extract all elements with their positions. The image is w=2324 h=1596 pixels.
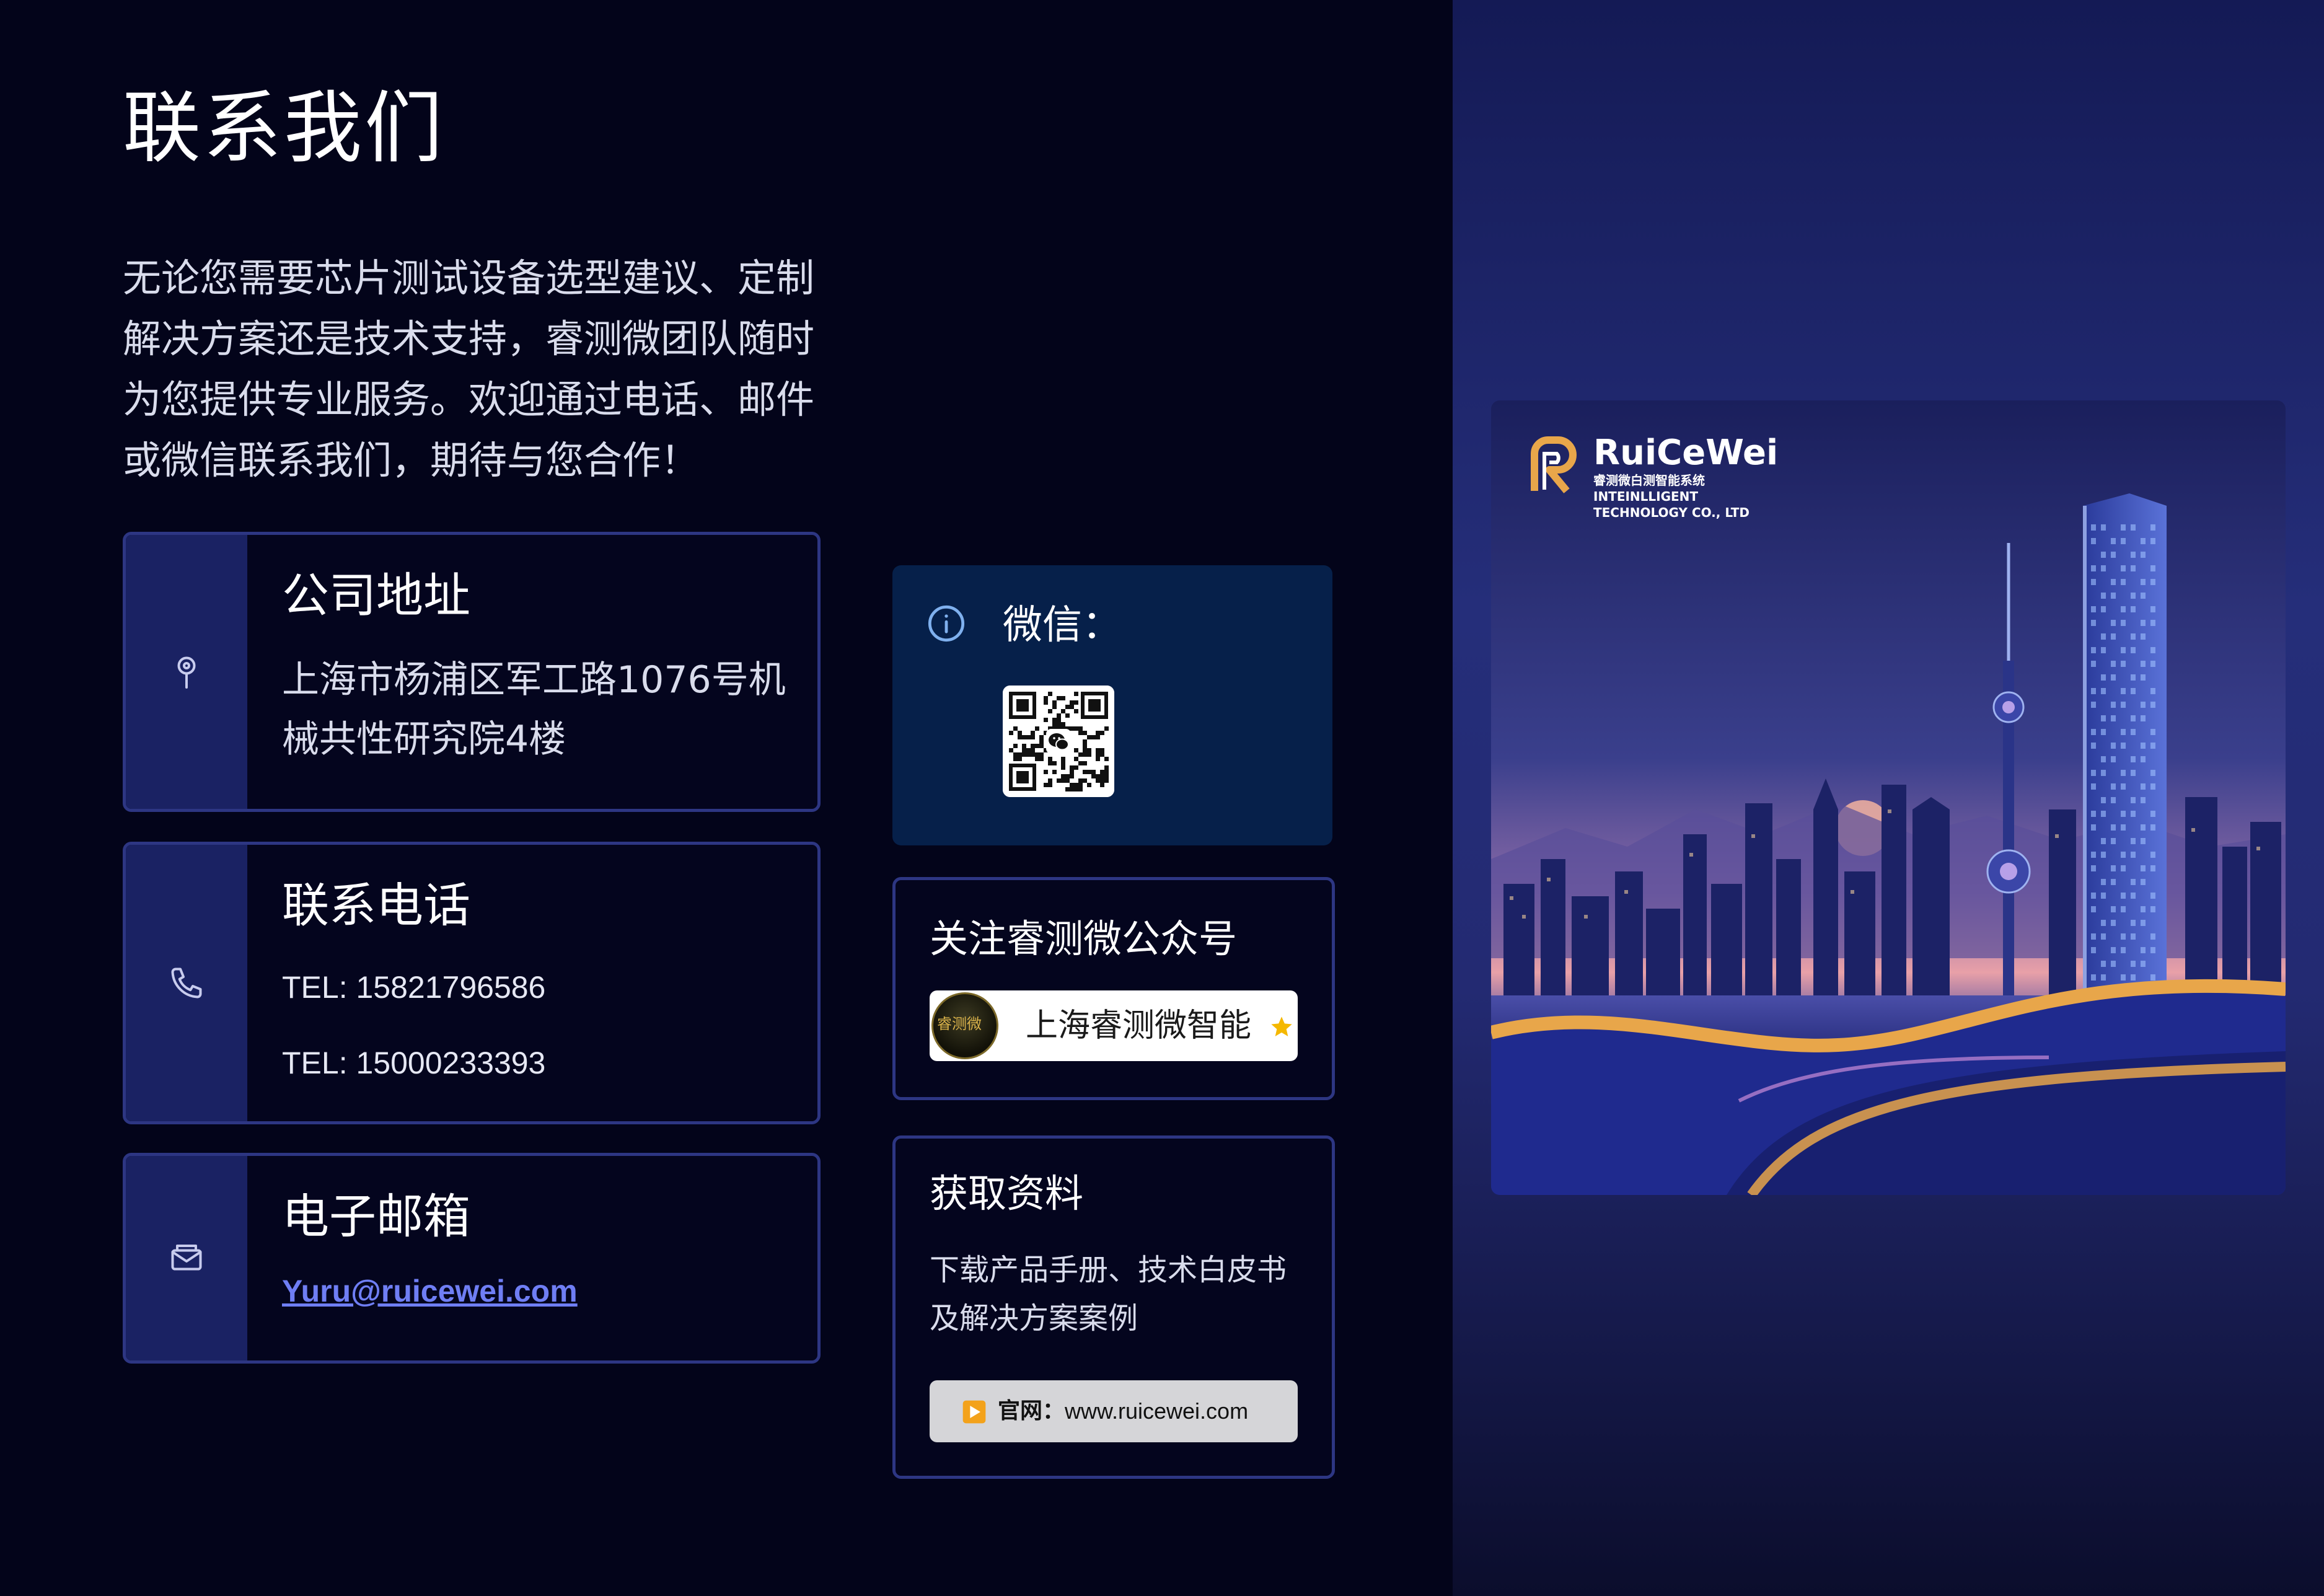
email-icon-column [126,1156,247,1360]
intro-line: 无论您需要芯片测试设备选型建议、定制 [123,255,815,301]
qr-code-graphic [1003,686,1114,797]
info-icon [928,605,965,642]
brand-tagline: 睿测微白测智能系统 [1593,473,1705,488]
official-account-button[interactable]: 睿测微 上海睿测微智能 [930,990,1298,1061]
hero-illustration: RuiCeWei 睿测微白测智能系统 INTEINLLIGENT TECHNOL… [1491,400,2286,1195]
email-heading: 电子邮箱 [282,1189,470,1244]
star-icon [1271,1016,1292,1036]
brand-name: RuiCeWei [1593,433,1779,473]
address-text: 上海市杨浦区军工路1076号机 械共性研究院4楼 [282,650,799,769]
address-icon-column [126,535,247,809]
official-account-card: 关注睿测微公众号 睿测微 上海睿测微智能 [892,877,1335,1100]
account-avatar: 睿测微 [931,992,998,1059]
address-card: 公司地址 上海市杨浦区军工路1076号机 械共性研究院4楼 [123,532,821,812]
email-link[interactable]: Yuru@ruicewei.com [282,1271,799,1311]
mail-icon [171,1245,202,1271]
resources-desc-line: 及解决方案案例 [930,1301,1138,1336]
official-account-name: 上海睿测微智能 [1026,1007,1252,1044]
wechat-label: 微信： [1003,602,1122,648]
website-url: www.ruicewei.com [1065,1398,1249,1424]
website-label: 官网： [998,1398,1065,1424]
phone-number-1[interactable]: TEL: 15821796586 [282,968,799,1007]
ruicewei-logo-icon [1531,436,1577,493]
account-avatar-text: 睿测微 [937,1015,982,1033]
map-pin-icon [177,656,196,689]
phone-card: 联系电话 TEL: 15821796586 TEL: 15000233393 [123,842,821,1124]
intro-line: 为您提供专业服务。欢迎通过电话、邮件 [123,377,815,422]
wechat-panel: 微信： [892,565,1332,845]
brand-logo: RuiCeWei 睿测微白测智能系统 INTEINLLIGENT TECHNOL… [1522,431,1844,543]
email-card: 电子邮箱 Yuru@ruicewei.com [123,1153,821,1364]
qr-finder-top-left [1009,692,1036,719]
intro-line: 或微信联系我们，期待与您合作！ [123,438,700,483]
phone-icon [171,968,202,999]
resources-description: 下载产品手册、技术白皮书 及解决方案案例 [930,1246,1287,1342]
official-account-heading: 关注睿测微公众号 [930,916,1238,961]
wechat-qr-code[interactable] [1003,686,1114,797]
brand-tagline-en-1: INTEINLLIGENT [1593,489,1699,504]
phone-heading: 联系电话 [282,878,470,933]
qr-finder-bottom-left [1009,764,1036,791]
resources-heading: 获取资料 [930,1171,1084,1216]
page-title: 联系我们 [123,82,445,174]
intro-text: 无论您需要芯片测试设备选型建议、定制 解决方案还是技术支持，睿测微团队随时 为您… [123,248,829,491]
website-button[interactable]: 官网： www.ruicewei.com [930,1380,1298,1442]
phone-number-2[interactable]: TEL: 15000233393 [282,1043,799,1083]
skyscraper [2083,493,2167,1020]
address-line: 上海市杨浦区军工路1076号机 [282,658,786,702]
play-icon [962,1400,986,1424]
address-line: 械共性研究院4楼 [282,718,566,761]
resources-card: 获取资料 下载产品手册、技术白皮书 及解决方案案例 官网： www.ruicew… [892,1135,1335,1479]
phone-icon-column [126,845,247,1121]
brand-tagline-en-2: TECHNOLOGY CO., LTD [1593,505,1750,520]
address-heading: 公司地址 [282,568,470,623]
resources-desc-line: 下载产品手册、技术白皮书 [930,1253,1287,1287]
qr-finder-top-right [1081,692,1108,719]
intro-line: 解决方案还是技术支持，睿测微团队随时 [123,316,815,361]
